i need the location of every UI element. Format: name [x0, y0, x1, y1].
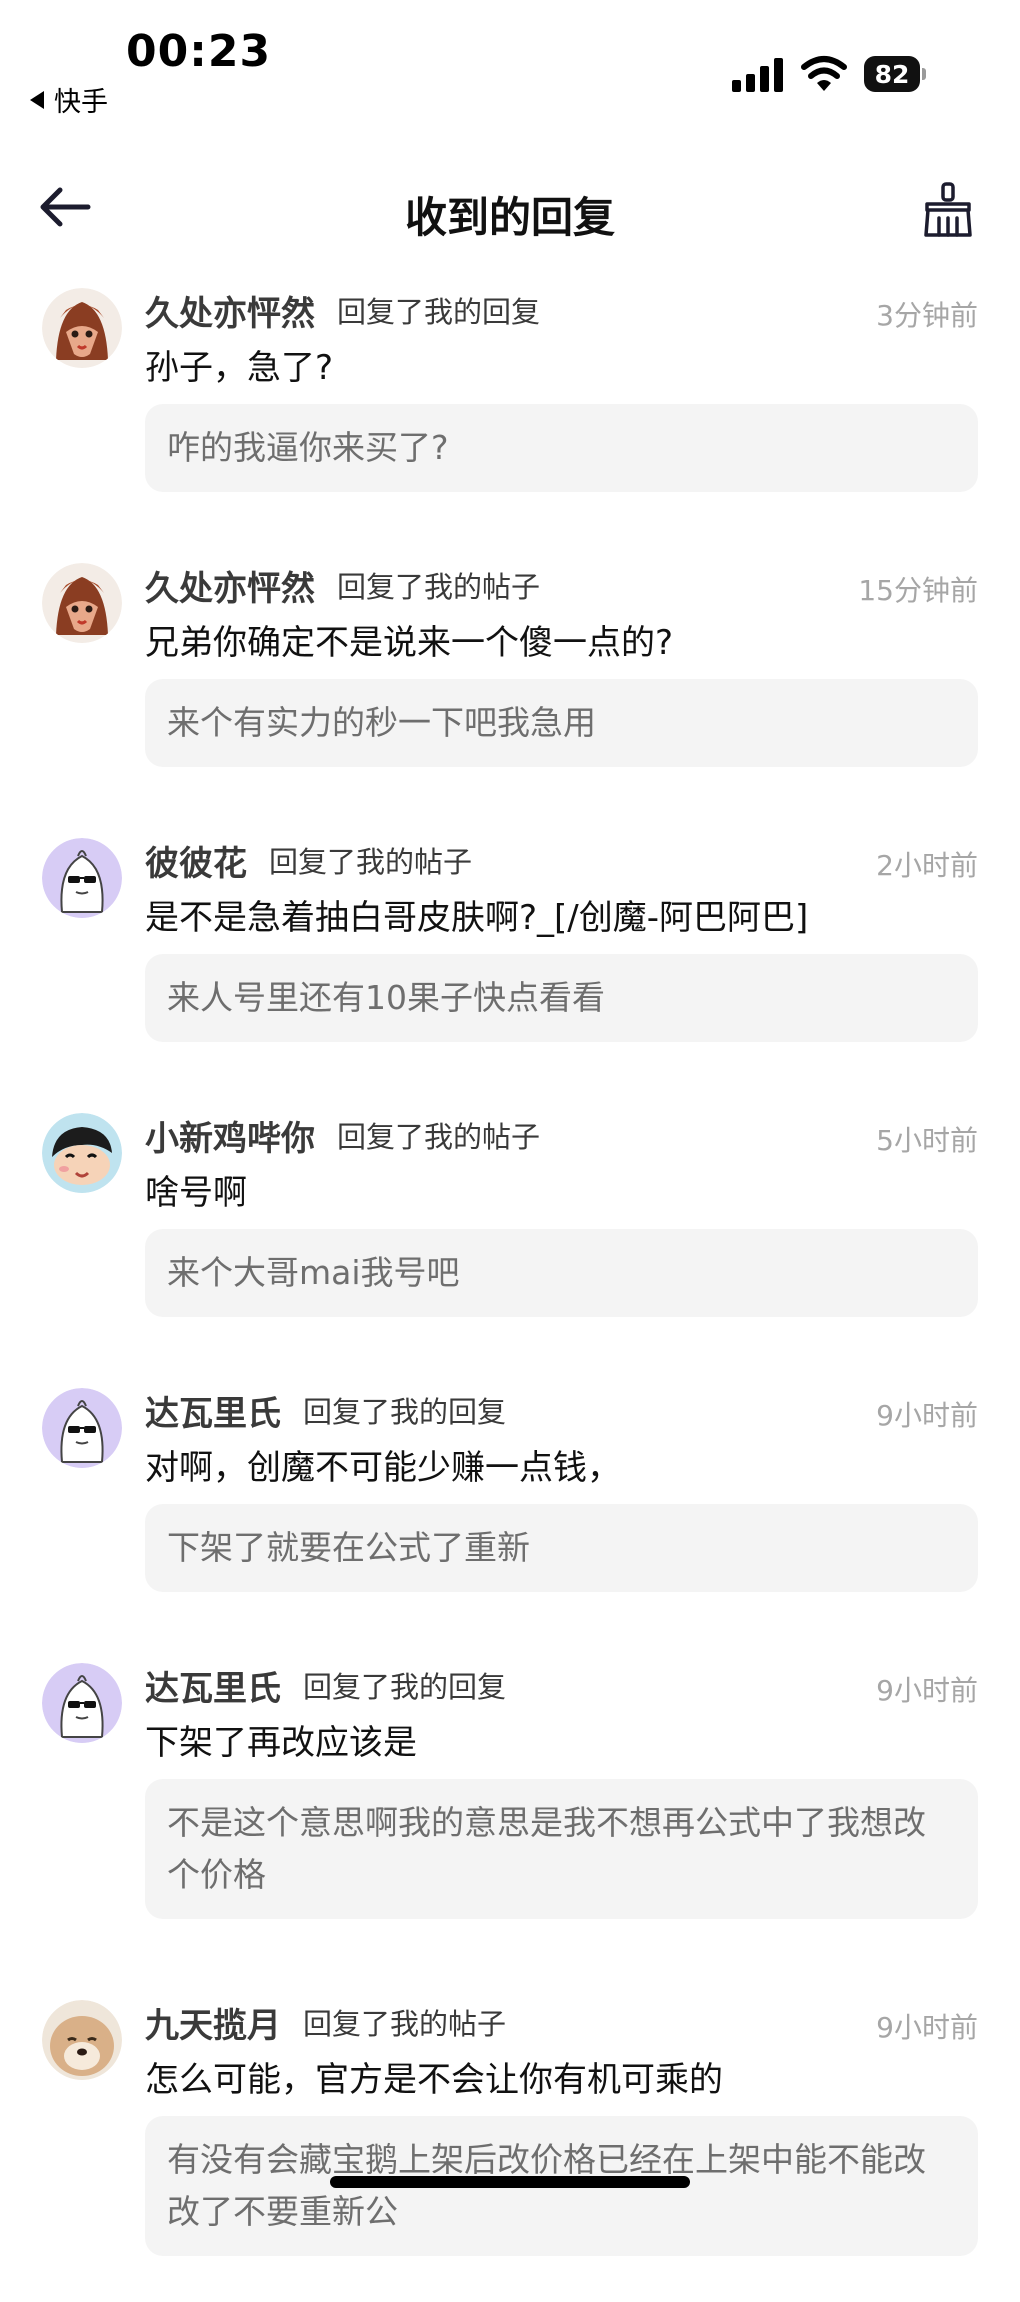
reply-item[interactable]: 达瓦里氏 回复了我的回复 9小时前 下架了再改应该是 不是这个意思啊我的意思是我…	[0, 1655, 1020, 1992]
wifi-icon	[801, 56, 847, 91]
quoted-original[interactable]: 来个有实力的秒一下吧我急用	[145, 679, 978, 767]
back-triangle-icon	[30, 90, 44, 109]
reply-item[interactable]: 九天揽月 回复了我的帖子 9小时前 怎么可能，官方是不会让你有机可乘的 有没有会…	[0, 1992, 1020, 2302]
cartoon-boy-avatar[interactable]	[42, 1113, 122, 1193]
reply-item[interactable]: 彼彼花 回复了我的帖子 2小时前 是不是急着抽白哥皮肤啊?_[/创魔-阿巴阿巴]…	[0, 830, 1020, 1105]
reply-action: 回复了我的帖子	[303, 2007, 507, 2041]
dog-avatar[interactable]	[42, 2000, 122, 2080]
reply-action: 回复了我的帖子	[337, 1120, 541, 1154]
username[interactable]: 达瓦里氏	[145, 1661, 281, 1710]
reply-action: 回复了我的回复	[303, 1395, 507, 1429]
ghost-sunglasses-avatar[interactable]	[42, 1388, 122, 1468]
reply-time: 5小时前	[876, 1124, 978, 1157]
page-title: 收到的回复	[404, 193, 615, 242]
navigation-bar: 收到的回复	[0, 160, 1020, 260]
reply-item[interactable]: 小新鸡哔你 回复了我的帖子 5小时前 啥号啊 来个大哥mai我号吧	[0, 1105, 1020, 1380]
reply-item[interactable]: 久处亦怦然 回复了我的帖子 15分钟前 兄弟你确定不是说来一个傻一点的? 来个有…	[0, 555, 1020, 830]
reply-text: 是不是急着抽白哥皮肤啊?_[/创魔-阿巴阿巴]	[145, 898, 809, 938]
reply-text: 孙子，急了?	[145, 348, 334, 388]
reply-action: 回复了我的回复	[303, 1670, 507, 1704]
quoted-original[interactable]: 下架了就要在公式了重新	[145, 1504, 978, 1592]
quoted-original[interactable]: 来个大哥mai我号吧	[145, 1229, 978, 1317]
status-time: 00:23	[126, 26, 272, 77]
ghost-sunglasses-avatar[interactable]	[42, 838, 122, 918]
reply-text: 怎么可能，官方是不会让你有机可乘的	[145, 2060, 723, 2100]
reply-list: 久处亦怦然 回复了我的回复 3分钟前 孙子，急了? 咋的我逼你来买了? 久处亦怦…	[0, 280, 1020, 2302]
status-bar: 00:23 快手 82	[0, 0, 1020, 120]
broom-clear-icon[interactable]	[922, 182, 974, 238]
reply-time: 9小时前	[876, 2011, 978, 2044]
cellular-signal-icon	[732, 58, 783, 92]
home-indicator[interactable]	[330, 2176, 690, 2188]
username[interactable]: 九天揽月	[145, 1998, 281, 2047]
reply-item[interactable]: 久处亦怦然 回复了我的回复 3分钟前 孙子，急了? 咋的我逼你来买了?	[0, 280, 1020, 555]
reply-text: 兄弟你确定不是说来一个傻一点的?	[145, 623, 674, 663]
battery-cap	[922, 68, 926, 80]
back-to-app-button[interactable]: 快手	[30, 80, 108, 119]
reply-text: 啥号啊	[145, 1173, 247, 1213]
reply-action: 回复了我的帖子	[337, 570, 541, 604]
username[interactable]: 彼彼花	[145, 836, 247, 885]
reply-time: 3分钟前	[876, 299, 978, 332]
quoted-original[interactable]: 咋的我逼你来买了?	[145, 404, 978, 492]
reply-time: 2小时前	[876, 849, 978, 882]
reply-item[interactable]: 达瓦里氏 回复了我的回复 9小时前 对啊，创魔不可能少赚一点钱， 下架了就要在公…	[0, 1380, 1020, 1655]
reply-text: 下架了再改应该是	[145, 1723, 417, 1763]
reply-time: 9小时前	[876, 1399, 978, 1432]
reply-time: 15分钟前	[858, 574, 978, 607]
fox-avatar[interactable]	[42, 563, 122, 643]
username[interactable]: 久处亦怦然	[145, 286, 315, 335]
username[interactable]: 达瓦里氏	[145, 1386, 281, 1435]
username[interactable]: 久处亦怦然	[145, 561, 315, 610]
quoted-original[interactable]: 来人号里还有10果子快点看看	[145, 954, 978, 1042]
reply-time: 9小时前	[876, 1674, 978, 1707]
username[interactable]: 小新鸡哔你	[145, 1111, 315, 1160]
reply-action: 回复了我的回复	[337, 295, 541, 329]
reply-text: 对啊，创魔不可能少赚一点钱，	[145, 1448, 621, 1488]
back-app-label: 快手	[54, 87, 108, 118]
fox-avatar[interactable]	[42, 288, 122, 368]
reply-action: 回复了我的帖子	[269, 845, 473, 879]
battery-level: 82	[864, 56, 921, 92]
quoted-original[interactable]: 不是这个意思啊我的意思是我不想再公式中了我想改个价格	[145, 1779, 978, 1919]
battery-indicator: 82	[864, 56, 926, 92]
ghost-sunglasses-avatar[interactable]	[42, 1663, 122, 1743]
